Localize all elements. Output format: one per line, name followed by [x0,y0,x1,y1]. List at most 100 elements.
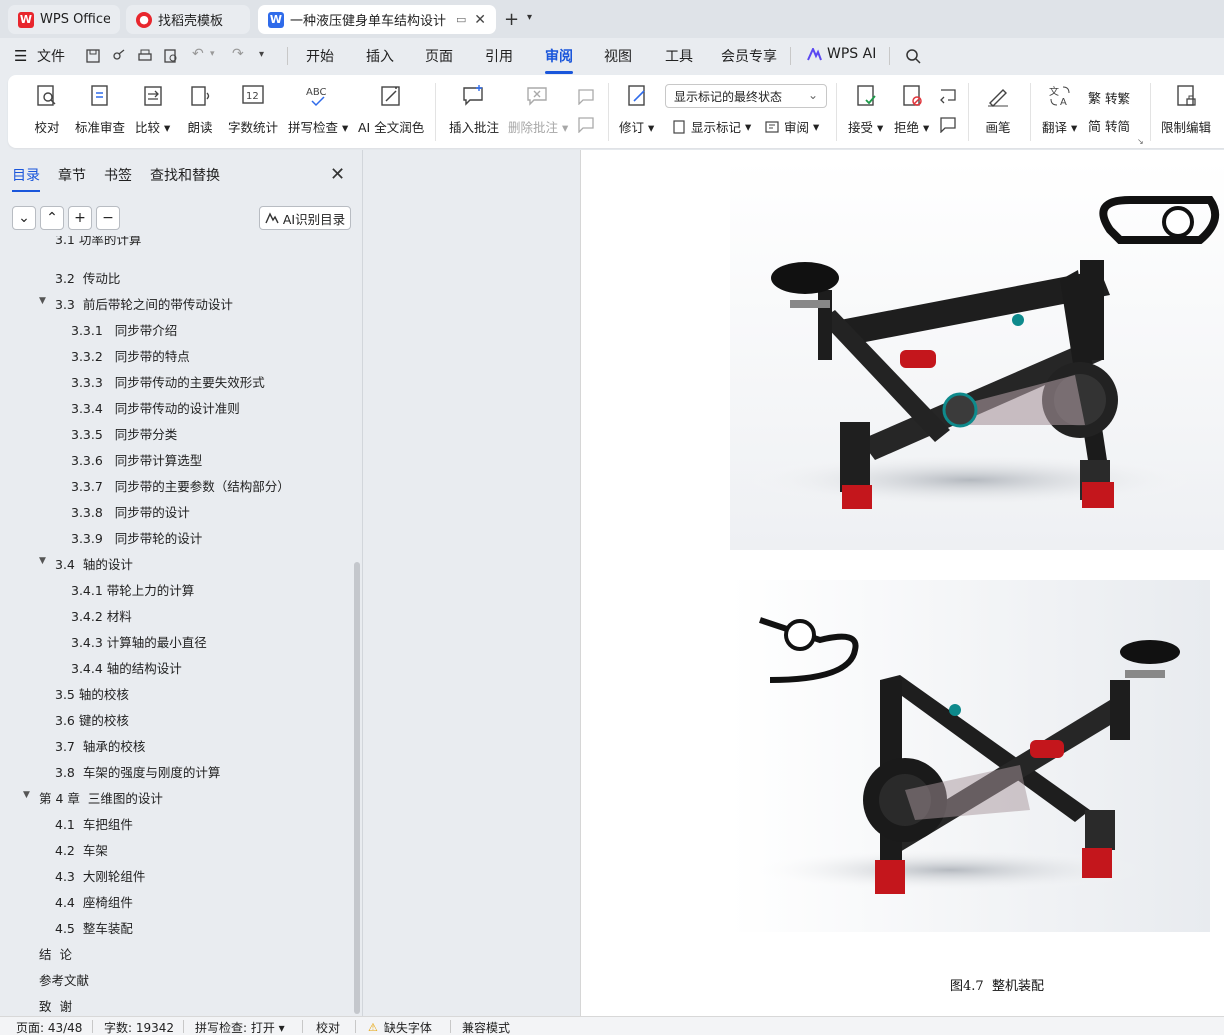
menu-insert[interactable]: 插入 [366,46,394,66]
new-tab-plus-icon[interactable]: + [504,9,519,30]
pen-button[interactable]: 画笔 [985,83,1011,136]
read-aloud-button[interactable]: 朗读 [187,83,213,136]
accept-button[interactable]: 接受 ▾ [848,83,883,136]
page-indicator[interactable]: 页面: 43/48 [16,1019,82,1035]
to-simplified-button[interactable]: 简 转简 [1088,116,1130,135]
toc-item[interactable]: 3.4.4 轴的结构设计 [71,658,182,677]
word-count-indicator[interactable]: 字数: 19342 [104,1019,174,1035]
restrict-editing-button[interactable]: 限制编辑 [1161,83,1211,136]
close-tab-icon[interactable]: ✕ [474,12,486,28]
toc-item[interactable]: 4.4 座椅组件 [55,892,133,911]
undo-icon[interactable]: ↶ [192,46,204,62]
redo-icon[interactable]: ↷ [232,46,244,62]
tab-bookmarks[interactable]: 书签 [104,165,132,192]
toc-item[interactable]: 致 谢 [39,996,72,1015]
share-icon[interactable] [111,48,127,64]
toc-item[interactable]: 3.6 键的校核 [55,710,129,729]
toc-item[interactable]: 4.2 车架 [55,840,108,859]
expand-all-button[interactable]: ⌄ [12,206,36,230]
next-change-icon[interactable] [938,115,958,133]
menu-home[interactable]: 开始 [306,46,334,66]
undo-dropdown-icon[interactable]: ▾ [210,49,215,59]
toc-item[interactable]: 3.5 轴的校核 [55,684,129,703]
toc-item[interactable]: 3.4.1 带轮上力的计算 [71,580,194,599]
toc-item[interactable]: ▼ 第 4 章 三维图的设计 [23,788,163,807]
toc-item[interactable]: 3.4.2 材料 [71,606,132,625]
menu-tools[interactable]: 工具 [665,46,693,66]
tab-find-replace[interactable]: 查找和替换 [150,165,220,192]
translate-button[interactable]: 文A 翻译 ▾ [1042,83,1077,136]
toc-item[interactable]: 3.4.3 计算轴的最小直径 [71,632,207,651]
toc-item[interactable]: 3.3.1 同步带介绍 [71,320,177,339]
compare-button[interactable]: 比较 ▾ [135,83,170,136]
markup-view-select[interactable]: 显示标记的最终状态 ⌄ [665,84,827,108]
menu-view[interactable]: 视图 [604,46,632,66]
tab-list-chevron-icon[interactable]: ▾ [527,12,532,23]
review-pane-button[interactable]: 审阅 ▾ [764,117,819,136]
toc-item[interactable]: 3.3.8 同步带的设计 [71,502,190,521]
toc-item[interactable]: ▼ 3.4 轴的设计 [39,554,133,573]
menu-page[interactable]: 页面 [425,46,453,66]
insert-comment-button[interactable]: 插入批注 [449,83,499,136]
reject-button[interactable]: 拒绝 ▾ [894,83,929,136]
toc-item[interactable]: ▼ 3.3 前后带轮之间的带传动设计 [39,294,233,313]
delete-comment-button[interactable]: 删除批注 ▾ [508,83,568,136]
toc-item[interactable]: 3.3.3 同步带传动的主要失效形式 [71,372,265,391]
toc-item[interactable]: 4.1 车把组件 [55,814,133,833]
tab-toc[interactable]: 目录 [12,165,40,192]
toc-item[interactable]: 结 论 [39,944,72,963]
toc-item[interactable]: 4.5 整车装配 [55,918,133,937]
tab-current-document[interactable]: W 一种液压健身单车结构设计 说 ▭ ✕ [258,5,496,34]
proofread-status[interactable]: 校对 [316,1019,340,1035]
save-icon[interactable] [85,48,101,64]
menu-review[interactable]: 审阅 [545,46,573,74]
toc-item[interactable]: 3.3.2 同步带的特点 [71,346,190,365]
file-menu[interactable]: 文件 [37,46,65,66]
toc-item[interactable]: 3.2 传动比 [55,268,120,287]
more-chevron-icon[interactable]: ▾ [259,49,264,60]
scrollbar-thumb[interactable] [354,562,360,1014]
menu-member[interactable]: 会员专享 [721,46,777,66]
toc-item[interactable]: 3.3.4 同步带传动的设计准则 [71,398,240,417]
menu-references[interactable]: 引用 [485,46,513,66]
expand-arrow-icon[interactable]: ▼ [23,790,30,800]
missing-font-status[interactable]: ⚠ 缺失字体 [368,1019,432,1035]
wps-ai-button[interactable]: WPS AI [807,46,876,62]
toc-item[interactable]: 参考文献 [39,970,89,989]
collapse-all-button[interactable]: ⌃ [40,206,64,230]
toc-item[interactable]: 3.7 轴承的校核 [55,736,145,755]
print-preview-icon[interactable] [163,48,179,64]
add-heading-button[interactable]: + [68,206,92,230]
next-comment-icon[interactable] [576,115,596,133]
remove-heading-button[interactable]: − [96,206,120,230]
previous-comment-icon[interactable] [576,87,596,105]
ai-toc-button[interactable]: AI识别目录 [259,206,351,230]
to-traditional-button[interactable]: 繁 转繁 [1088,88,1130,107]
show-markup-button[interactable]: 显示标记 ▾ [671,117,751,136]
expand-arrow-icon[interactable]: ▼ [39,556,46,566]
search-icon[interactable] [905,48,922,65]
toc-item[interactable]: 3.3.9 同步带轮的设计 [71,528,202,547]
hamburger-menu-icon[interactable]: ☰ [14,47,27,65]
toc-item[interactable]: 3.1 功率的计算 [55,236,141,248]
ai-polish-button[interactable]: AI 全文润色 [358,83,424,136]
tab-sections[interactable]: 章节 [58,165,86,192]
spell-check-button[interactable]: ABC 拼写检查 ▾ [288,83,348,136]
track-changes-button[interactable]: 修订 ▾ [619,83,654,136]
toc-item[interactable]: 3.8 车架的强度与刚度的计算 [55,762,220,781]
tab-wps-office[interactable]: W WPS Office [8,5,120,34]
toc-item[interactable]: 3.3.7 同步带的主要参数（结构部分） [71,476,290,495]
dialog-launcher-icon[interactable]: ↘ [1137,137,1144,146]
toc-item[interactable]: 4.3 大刚轮组件 [55,866,145,885]
toc-item[interactable]: 3.3.6 同步带计算选型 [71,450,202,469]
proofread-button[interactable]: 校对 [34,83,60,136]
expand-arrow-icon[interactable]: ▼ [39,296,46,306]
spell-check-status[interactable]: 拼写检查: 打开 ▾ [195,1019,285,1035]
previous-change-icon[interactable] [938,87,958,105]
print-icon[interactable] [137,48,153,64]
word-count-button[interactable]: 12 字数统计 [228,83,278,136]
standard-review-button[interactable]: 标准审查 [75,83,125,136]
tab-docer-templates[interactable]: ● 找稻壳模板 [126,5,250,34]
close-icon[interactable]: ✕ [330,164,345,185]
toc-item[interactable]: 3.3.5 同步带分类 [71,424,177,443]
